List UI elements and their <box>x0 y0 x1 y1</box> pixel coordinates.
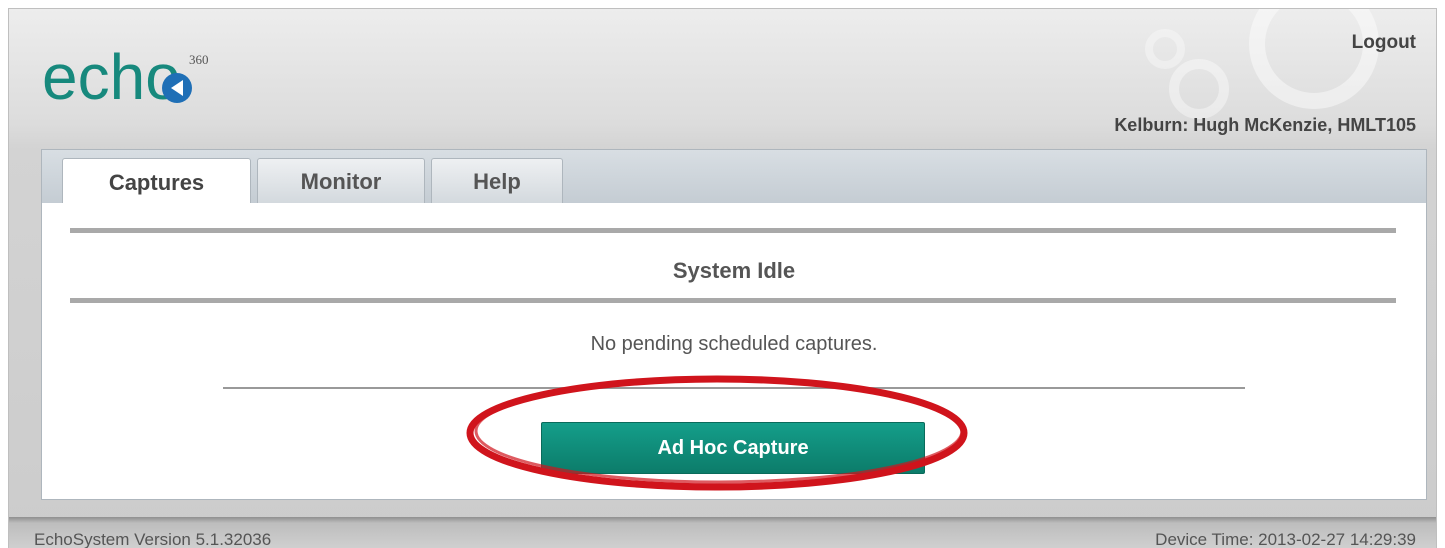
location-label: Kelburn: Hugh McKenzie, HMLT105 <box>1114 115 1416 135</box>
tab-bar: Captures Monitor Help <box>41 149 1427 206</box>
divider <box>70 228 1396 233</box>
status-title: System Idle <box>672 258 796 283</box>
logout-link[interactable]: Logout <box>1352 32 1416 54</box>
tab-captures[interactable]: Captures <box>62 158 251 206</box>
header-decoration <box>1249 9 1379 109</box>
header-decoration <box>1145 29 1185 69</box>
app-window: echo 360 Logout Kelburn: Hugh McKenzie, … <box>8 8 1437 548</box>
logo-superscript: 360 <box>189 52 209 67</box>
device-time-label: Device Time: 2013-02-27 14:29:39 <box>1155 530 1416 548</box>
tab-label: Monitor <box>300 169 382 194</box>
version-label: EchoSystem Version 5.1.32036 <box>34 530 272 548</box>
divider <box>70 298 1396 303</box>
header-decoration <box>1169 59 1229 119</box>
captures-panel: System Idle No pending scheduled capture… <box>41 203 1427 500</box>
button-label: Ad Hoc Capture <box>657 436 809 459</box>
pending-message: No pending scheduled captures. <box>590 333 878 355</box>
tab-label: Captures <box>108 169 205 195</box>
tab-help[interactable]: Help <box>431 158 563 205</box>
ad-hoc-capture-button[interactable]: Ad Hoc Capture <box>541 422 925 474</box>
tab-label: Help <box>473 169 521 194</box>
divider <box>223 387 1245 389</box>
tab-monitor[interactable]: Monitor <box>257 158 425 205</box>
